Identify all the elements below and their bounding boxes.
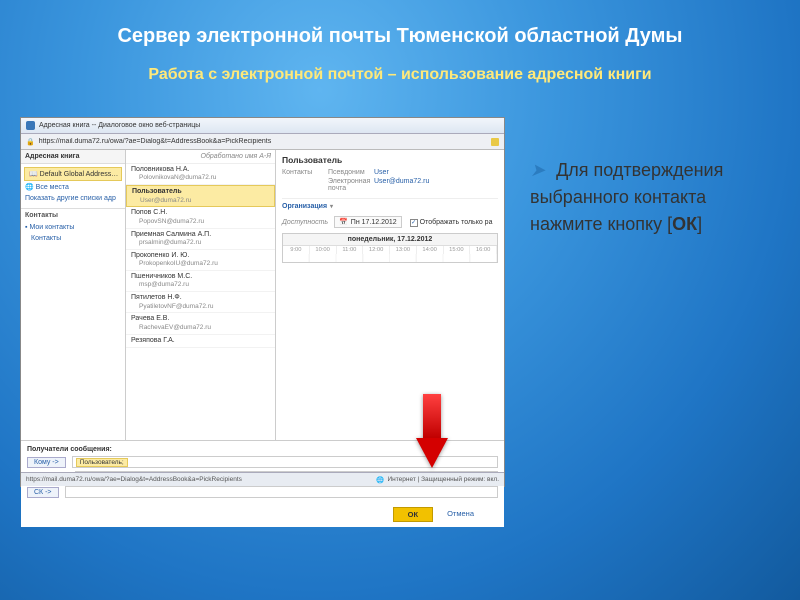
bcc-field[interactable] xyxy=(65,486,499,498)
cancel-button[interactable]: Отмена xyxy=(443,507,478,522)
sidebar-all-places[interactable]: 🌐 Все места xyxy=(21,181,125,193)
list-item[interactable]: Прокопенко И. Ю.ProkopenkoIU@duma72.ru xyxy=(126,250,275,271)
page-subtitle: Работа с электронной почтой – использова… xyxy=(20,66,780,84)
list-item-selected[interactable]: ПользовательUser@duma72.ru xyxy=(126,185,275,207)
pseudonym-label: Псевдоним xyxy=(328,169,368,176)
window-titlebar: Адресная книга -- Диалоговое окно веб-ст… xyxy=(21,118,504,134)
status-mode: Интернет | Защищенный режим: вкл. xyxy=(387,476,499,483)
contact-detail: Пользователь Контакты Псевдоним User Эле… xyxy=(276,150,504,440)
chevron-down-icon: ▾ xyxy=(330,203,333,210)
lock-icon: 🔒 xyxy=(26,138,35,146)
calendar-icon: 📅 xyxy=(339,218,348,226)
availability-label: Доступность xyxy=(282,219,328,226)
workday-checkbox[interactable]: ✓ Отображать только ра xyxy=(410,219,493,227)
list-item[interactable]: Рачева Е.В.RachevaEV@duma72.ru xyxy=(126,313,275,334)
list-item[interactable]: Приемная Салмина А.П.prsalmin@duma72.ru xyxy=(126,229,275,250)
list-item[interactable]: Резяпова Г.А. xyxy=(126,335,275,348)
date-picker[interactable]: 📅 Пн 17.12.2012 xyxy=(334,216,402,228)
email-label: Электронная почта xyxy=(328,178,368,192)
email-value[interactable]: User@duma72.ru xyxy=(374,178,429,192)
detail-name: Пользователь xyxy=(282,155,498,165)
url-text: https://mail.duma72.ru/owa/?ae=Dialog&t=… xyxy=(39,138,272,145)
security-icon xyxy=(491,138,499,146)
globe-icon: 🌐 xyxy=(376,476,384,484)
dialog-screenshot: Адресная книга -- Диалоговое окно веб-ст… xyxy=(20,117,505,487)
calendar-day-header: понедельник, 17.12.2012 xyxy=(283,234,497,245)
recipient-chip[interactable]: Пользователь; xyxy=(76,458,128,467)
bcc-button[interactable]: СК -> xyxy=(27,487,59,498)
sidebar-other-lists[interactable]: Показать другие списки адр xyxy=(21,193,125,204)
address-bar[interactable]: 🔒 https://mail.duma72.ru/owa/?ae=Dialog&… xyxy=(21,134,504,150)
list-item[interactable]: Пшеничников М.С.msp@duma72.ru xyxy=(126,271,275,292)
status-bar: https://mail.duma72.ru/owa/?ae=Dialog&t=… xyxy=(21,472,504,486)
ok-button[interactable]: ОК xyxy=(393,507,433,522)
status-url: https://mail.duma72.ru/owa/?ae=Dialog&t=… xyxy=(26,476,242,483)
sidebar-my-contacts[interactable]: ▪ Мои контакты xyxy=(21,222,125,233)
contact-list-header: Обработано имя А-Я xyxy=(126,150,275,164)
pseudonym-value: User xyxy=(374,169,389,176)
window-title-text: Адресная книга -- Диалоговое окно веб-ст… xyxy=(39,122,200,129)
contacts-label: Контакты xyxy=(282,169,322,176)
availability-calendar: понедельник, 17.12.2012 9:0010:0011:0012… xyxy=(282,233,498,263)
note-arrow-icon xyxy=(530,157,545,184)
to-button[interactable]: Кому -> xyxy=(27,457,66,468)
list-item[interactable]: Попов С.Н.PopovSN@duma72.ru xyxy=(126,207,275,228)
sidebar-heading: Адресная книга xyxy=(21,150,125,164)
sidebar-contacts-heading: Контакты xyxy=(21,208,125,222)
contact-list: Обработано имя А-Я Половникова Н.А.Polov… xyxy=(126,150,276,440)
list-item[interactable]: Пятилетов Н.Ф.PyatiletovNF@duma72.ru xyxy=(126,292,275,313)
callout-arrow-icon xyxy=(416,438,448,468)
org-toggle[interactable]: Организация ▾ xyxy=(282,203,498,210)
window-icon xyxy=(26,121,35,130)
page-title: Сервер электронной почты Тюменской облас… xyxy=(20,25,780,48)
sidebar-default-list[interactable]: 📖 Default Global Address… xyxy=(24,167,122,181)
instruction-note: Для подтверждения выбранного контакта на… xyxy=(530,117,770,238)
sidebar: Адресная книга 📖 Default Global Address…… xyxy=(21,150,126,440)
list-item[interactable]: Половникова Н.А.PolovnikovaN@duma72.ru xyxy=(126,164,275,185)
sidebar-contacts[interactable]: Контакты xyxy=(21,233,125,244)
